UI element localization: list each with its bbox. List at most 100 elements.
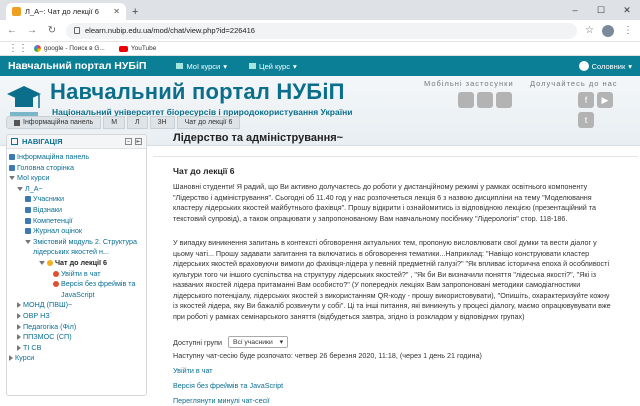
nav-label: Педагогіка (Філ)	[23, 321, 77, 331]
nav-item-my-courses[interactable]: Мої курси	[9, 173, 144, 184]
nav-item-course-ovr[interactable]: ОВР НЗ`	[9, 311, 144, 322]
navigation-tree: Інформаційна панель Головна сторінка Мої…	[7, 149, 146, 367]
nav-item-competencies[interactable]: Компетенції	[9, 216, 144, 227]
dock-block-icon[interactable]: ⇤	[135, 138, 142, 145]
address-bar[interactable]: elearn.nubip.edu.ua/mod/chat/view.php?id…	[66, 22, 578, 39]
youtube-icon	[118, 45, 128, 52]
portal-title: Навчальний портал НУБіП	[50, 79, 345, 104]
groups-selected-value: Всі учасники	[233, 338, 273, 346]
nav-item-course-mond[interactable]: МОНД (ПВШ)~	[9, 300, 144, 311]
browser-menu-icon[interactable]: ⋮	[622, 25, 634, 36]
collapse-block-icon[interactable]: –	[125, 138, 132, 145]
my-courses-menu[interactable]: Мої курси ▾	[176, 62, 227, 71]
forward-arrow-icon[interactable]: →	[26, 25, 38, 36]
intro-paragraph: Шановні студенти! Я радий, що Ви активно…	[173, 182, 597, 223]
mobile-apps-label: Мобільні застосунки	[424, 79, 514, 88]
breadcrumb-item[interactable]: Л	[127, 116, 148, 129]
back-arrow-icon[interactable]: ←	[6, 25, 18, 36]
discussion-paragraph: У випадку виникнення запитань в контекст…	[173, 238, 611, 321]
divider	[153, 156, 638, 157]
nav-item-home[interactable]: Головна сторінка	[9, 163, 144, 174]
nav-item-grades[interactable]: Журнал оцінок	[9, 226, 144, 237]
nav-label: Курси	[15, 353, 35, 363]
chat-icon	[47, 259, 53, 266]
courses-icon	[176, 63, 184, 69]
enter-chat-link[interactable]: Увійти в чат	[173, 366, 213, 375]
nav-item-chat-active[interactable]: Чат до лекції 6	[9, 258, 144, 269]
nav-label: МОНД (ПВШ)~	[23, 300, 73, 310]
breadcrumb-dashboard[interactable]: Інформаційна панель	[6, 116, 102, 129]
minimize-button[interactable]: –	[562, 0, 588, 20]
nav-item-course-ppzmos[interactable]: ППЗМОС (СП)	[9, 332, 144, 343]
window-controls: – ☐ ✕	[562, 0, 640, 20]
nav-item-enter-chat[interactable]: Увійти в чат	[9, 269, 144, 280]
profile-avatar[interactable]	[602, 24, 614, 37]
nav-item-course[interactable]: Л_А~	[9, 184, 144, 195]
nav-label: Мої курси	[17, 173, 50, 183]
breadcrumb-item[interactable]: М	[103, 116, 126, 129]
nav-item-module[interactable]: Змістовий модуль 2. Структура лідерських…	[9, 237, 144, 258]
past-sessions-link[interactable]: Переглянути минулі чат-сесії	[173, 396, 270, 405]
nav-label: Відзнаки	[33, 204, 63, 214]
browser-tab[interactable]: Л_А~: Чат до лекції 6 ✕	[6, 3, 126, 20]
noframes-link[interactable]: Версія без фреймів та JavaScript	[173, 381, 283, 390]
nav-item-dashboard[interactable]: Інформаційна панель	[9, 152, 144, 163]
nav-label: Учасники	[33, 194, 65, 204]
nav-item-courses[interactable]: Курси	[9, 353, 144, 364]
apple-icon[interactable]	[458, 92, 474, 108]
bookmark-youtube[interactable]: YouTube	[118, 45, 157, 52]
chevron-down-icon: ▾	[279, 339, 284, 346]
caret-right-icon	[17, 323, 21, 330]
my-courses-label: Мої курси	[186, 61, 221, 71]
caret-down-icon	[17, 186, 23, 191]
caret-right-icon	[17, 334, 21, 341]
reload-icon[interactable]: ↻	[46, 25, 58, 36]
user-menu[interactable]: Соловник ▾	[578, 61, 632, 71]
this-course-menu[interactable]: Цей курс ▾	[249, 62, 297, 71]
nav-item-course-ti[interactable]: ТІ СВ	[9, 343, 144, 354]
nav-item-course-ped[interactable]: Педагогіка (Філ)	[9, 322, 144, 333]
course-title: Лідерство та адміністрування~	[173, 132, 344, 144]
facebook-icon[interactable]: f	[578, 92, 594, 108]
maximize-button[interactable]: ☐	[588, 0, 614, 20]
nav-label: Л_А~	[25, 183, 43, 193]
bookmark-star-icon[interactable]: ☆	[585, 25, 594, 36]
bookmark-google[interactable]: google - Поиск в G...	[34, 45, 105, 52]
new-tab-button[interactable]: +	[132, 3, 138, 20]
bookmark-label: YouTube	[130, 45, 157, 52]
bullet-icon	[53, 281, 59, 288]
caret-right-icon	[17, 302, 21, 309]
caret-down-icon	[25, 239, 31, 244]
tab-close-icon[interactable]: ✕	[113, 7, 120, 16]
course-icon	[249, 63, 257, 69]
nav-label: Головна сторінка	[17, 162, 74, 172]
site-navbar: Навчальний портал НУБіП Мої курси ▾ Цей …	[0, 56, 640, 76]
groups-select[interactable]: Всі учасники ▾	[228, 336, 289, 348]
nav-item-noframes[interactable]: Версія без фреймів та JavaScript	[9, 279, 144, 300]
nav-label: ППЗМОС (СП)	[23, 332, 72, 342]
url-text: elearn.nubip.edu.ua/mod/chat/view.php?id…	[85, 26, 255, 35]
nav-item-participants[interactable]: Учасники	[9, 194, 144, 205]
main-content: Лідерство та адміністрування~ Чат до лек…	[153, 118, 638, 405]
nav-item-badges[interactable]: Відзнаки	[9, 205, 144, 216]
nav-label: Увійти в чат	[61, 268, 101, 278]
google-icon	[34, 45, 41, 52]
navbar-brand[interactable]: Навчальний портал НУБіП	[8, 60, 146, 72]
next-session-info: Наступну чат-сесію буде розпочато: четве…	[173, 351, 482, 360]
bullet-icon	[53, 270, 59, 277]
nav-label: Журнал оцінок	[33, 226, 83, 236]
nav-label: Інформаційна панель	[17, 152, 90, 161]
apps-grid-icon[interactable]: ⋮⋮	[8, 43, 28, 54]
lock-icon	[74, 27, 80, 34]
groups-label: Доступні групи	[173, 337, 223, 347]
this-course-label: Цей курс	[259, 61, 290, 71]
home-icon	[9, 164, 15, 171]
bookmark-label: google - Поиск в G...	[44, 45, 105, 52]
android-icon[interactable]	[477, 92, 493, 108]
address-row: ← → ↻ elearn.nubip.edu.ua/mod/chat/view.…	[0, 20, 640, 42]
close-window-button[interactable]: ✕	[614, 0, 640, 20]
youtube-social-icon[interactable]: ▶	[597, 92, 613, 108]
nav-label: Чат до лекції 6	[55, 257, 108, 267]
users-icon	[25, 196, 31, 203]
windows-icon[interactable]	[496, 92, 512, 108]
